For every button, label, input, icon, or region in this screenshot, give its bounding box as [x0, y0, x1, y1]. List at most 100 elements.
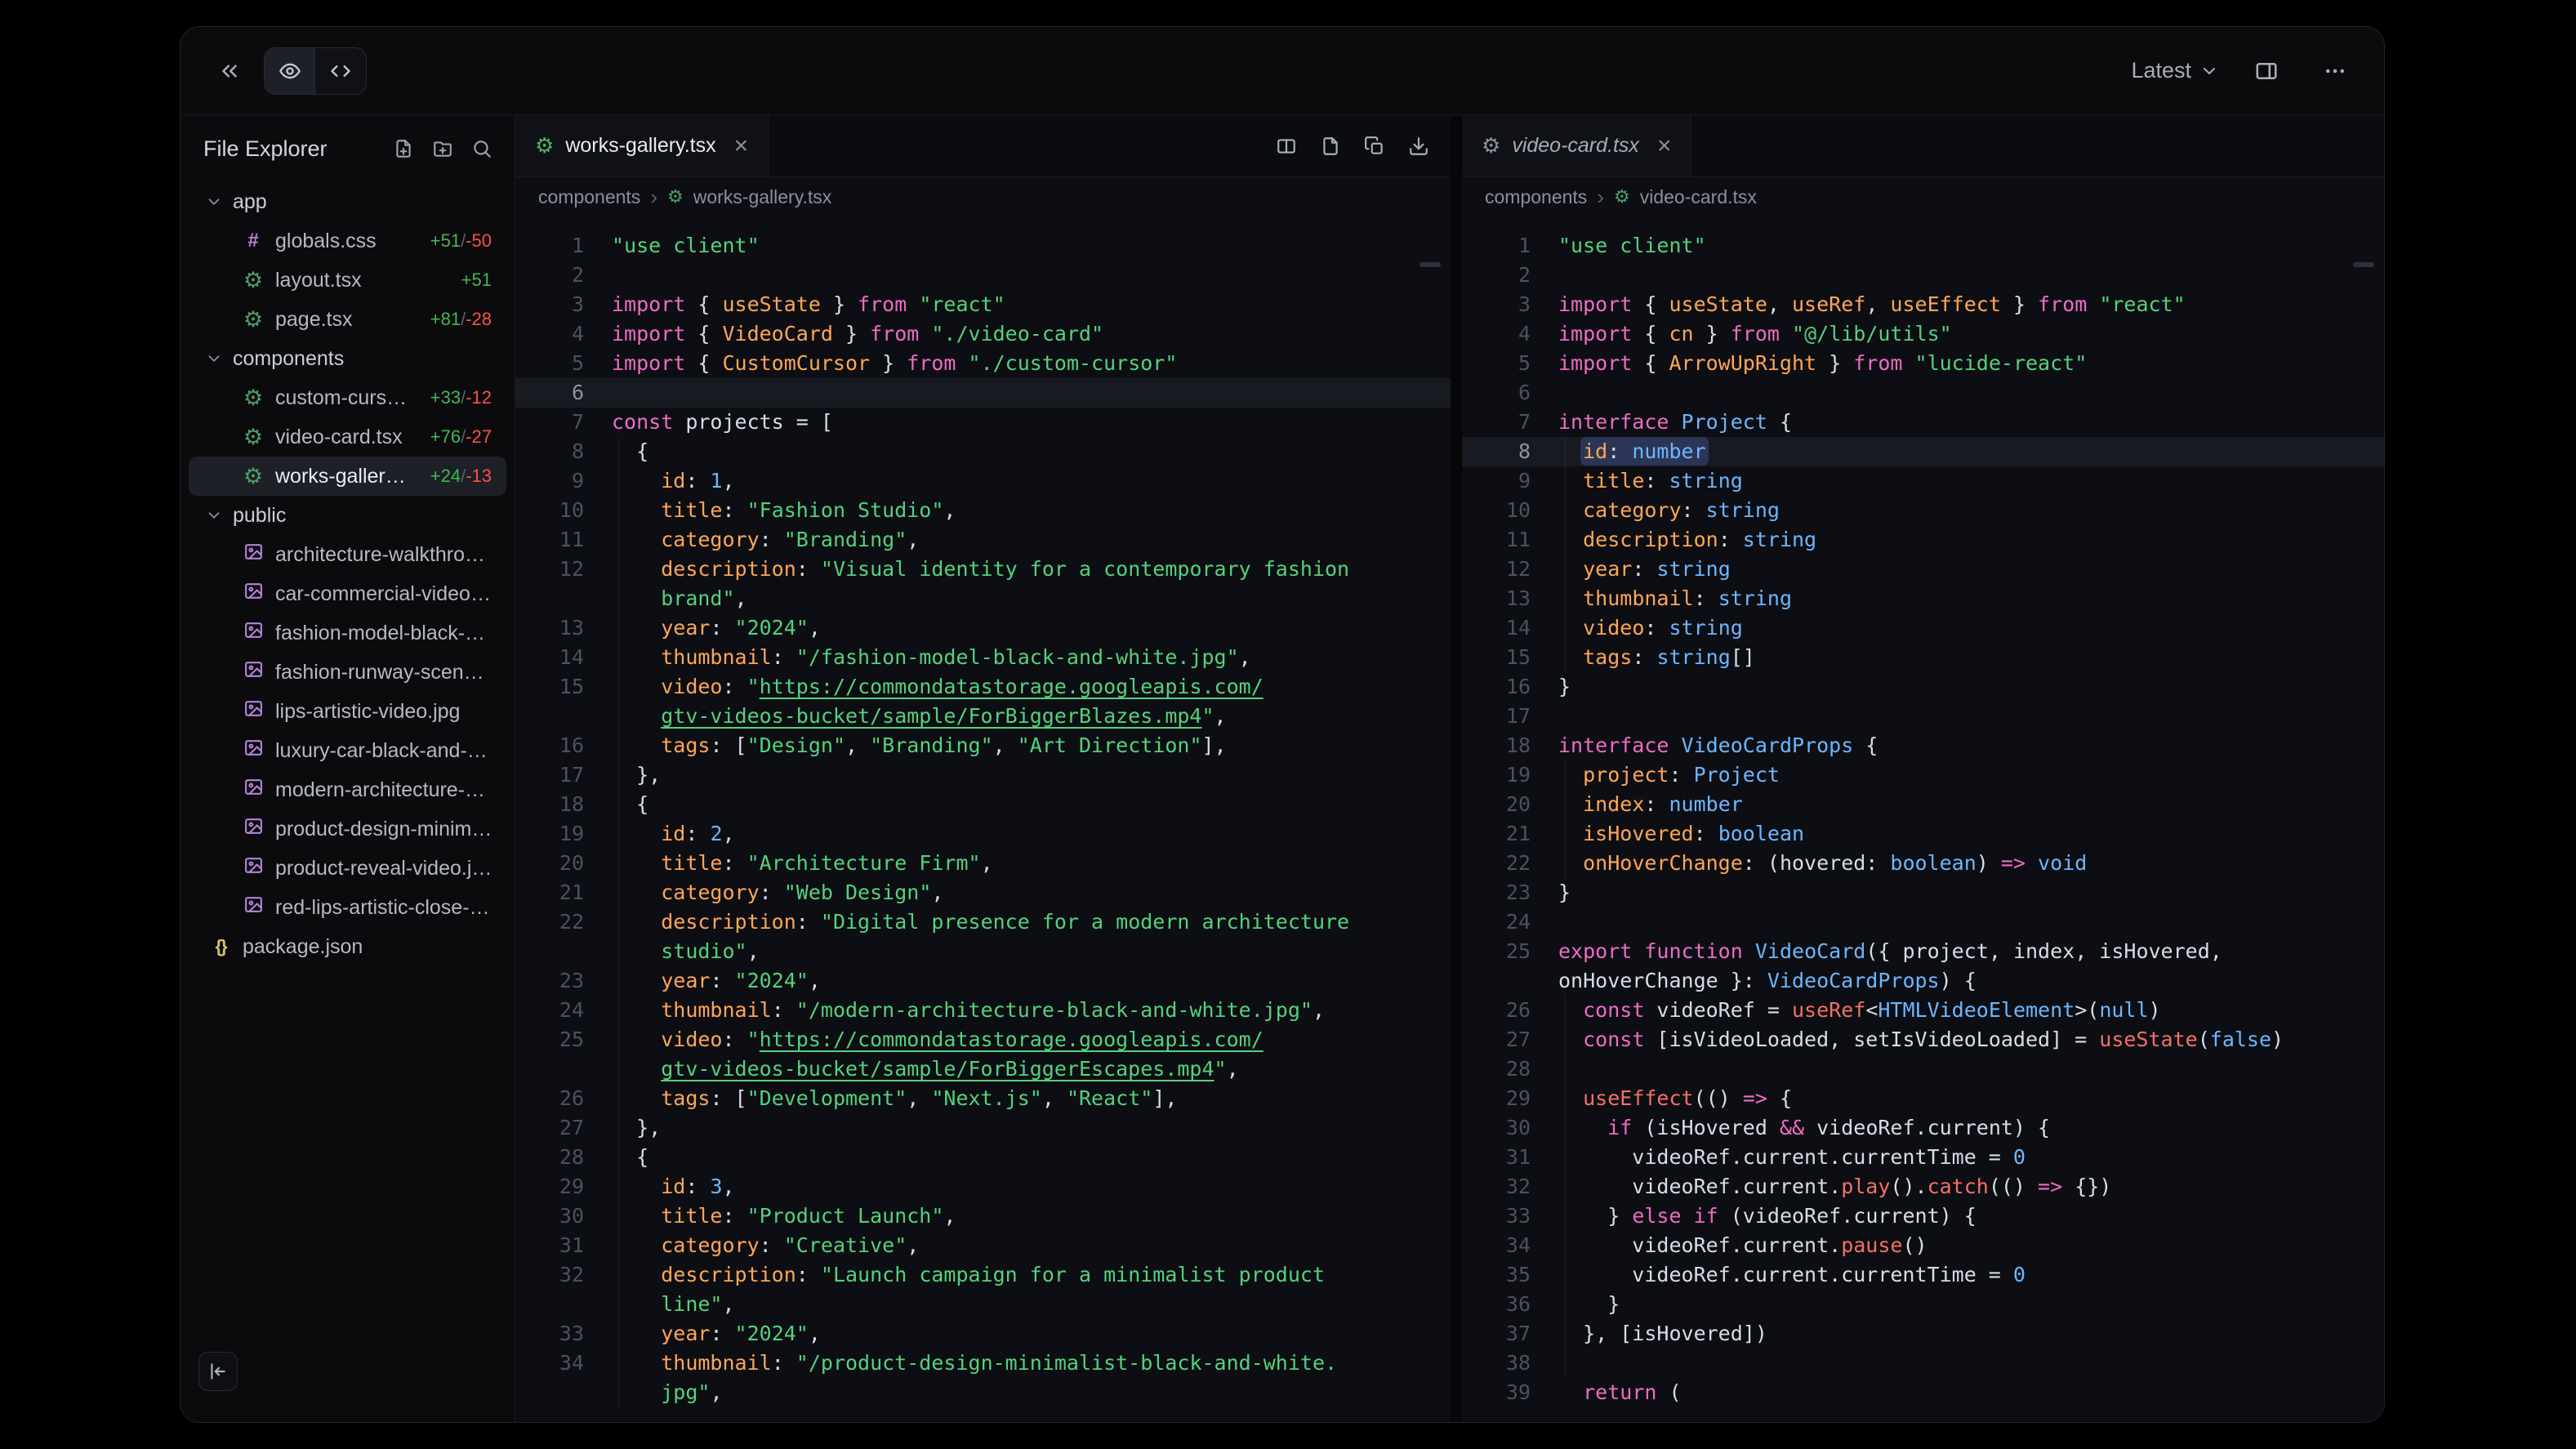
- code-line[interactable]: 13 year: "2024",: [515, 613, 1451, 643]
- tree-file-red-lips-artistic-close-[interactable]: red-lips-artistic-close-…: [189, 888, 506, 927]
- add-file-button[interactable]: [386, 131, 421, 167]
- more-options-button[interactable]: [2314, 50, 2356, 92]
- code-line[interactable]: 17 },: [515, 760, 1451, 790]
- code-line[interactable]: 9 title: string: [1462, 466, 2384, 496]
- code-line[interactable]: 11 description: string: [1462, 525, 2384, 555]
- code-line[interactable]: 28: [1462, 1054, 2384, 1084]
- breadcrumb-file[interactable]: works-gallery.tsx: [693, 186, 832, 208]
- code-line[interactable]: 10 title: "Fashion Studio",: [515, 496, 1451, 525]
- code-line[interactable]: 8 {: [515, 437, 1451, 466]
- open-file-button[interactable]: [1312, 127, 1349, 165]
- breadcrumb-folder[interactable]: components: [1485, 186, 1587, 208]
- split-editor-button[interactable]: [1268, 127, 1305, 165]
- code-line[interactable]: 16}: [1462, 672, 2384, 702]
- tree-file-layout.tsx[interactable]: ⚙layout.tsx+51: [189, 261, 506, 300]
- code-line[interactable]: 20 title: "Architecture Firm",: [515, 849, 1451, 878]
- code-line[interactable]: 32 videoRef.current.play().catch(() => {…: [1462, 1172, 2384, 1202]
- tree-file-architecture-walkthro[interactable]: architecture-walkthro…: [189, 535, 506, 574]
- code-line[interactable]: 17: [1462, 702, 2384, 731]
- tree-file-product-reveal-video.j[interactable]: product-reveal-video.j…: [189, 849, 506, 888]
- code-line[interactable]: 21 isHovered: boolean: [1462, 819, 2384, 849]
- code-line[interactable]: 18 {: [515, 790, 1451, 819]
- code-line[interactable]: 34 thumbnail: "/product-design-minimalis…: [515, 1349, 1451, 1378]
- code-line[interactable]: 25export function VideoCard({ project, i…: [1462, 937, 2384, 966]
- scrollbar-thumb[interactable]: [2353, 262, 2374, 267]
- code-line[interactable]: 24: [1462, 907, 2384, 937]
- code-line[interactable]: 31 category: "Creative",: [515, 1231, 1451, 1260]
- collapse-sidebar-button[interactable]: [208, 50, 251, 92]
- code-line[interactable]: 4import { VideoCard } from "./video-card…: [515, 319, 1451, 349]
- breadcrumb-folder[interactable]: components: [538, 186, 640, 208]
- code-line[interactable]: 2: [515, 261, 1451, 290]
- copy-file-button[interactable]: [1356, 127, 1393, 165]
- code-line[interactable]: 3import { useState } from "react": [515, 290, 1451, 319]
- tree-file-lips-artistic-video.jpg[interactable]: lips-artistic-video.jpg: [189, 692, 506, 731]
- code-line[interactable]: 33 year: "2024",: [515, 1319, 1451, 1349]
- code-line[interactable]: 13 thumbnail: string: [1462, 584, 2384, 613]
- code-line[interactable]: line",: [515, 1290, 1451, 1319]
- pane-divider[interactable]: [1451, 115, 1462, 1422]
- tab-video-card[interactable]: ⚙ video-card.tsx ×: [1462, 115, 1691, 176]
- tree-file-car-commercial-video[interactable]: car-commercial-video…: [189, 574, 506, 613]
- code-line[interactable]: 28 {: [515, 1143, 1451, 1172]
- code-line[interactable]: 7interface Project {: [1462, 408, 2384, 437]
- code-line[interactable]: 5import { CustomCursor } from "./custom-…: [515, 349, 1451, 378]
- code-line[interactable]: 15 video: "https://commondatastorage.goo…: [515, 672, 1451, 702]
- code-line[interactable]: 20 index: number: [1462, 790, 2384, 819]
- code-line[interactable]: 14 thumbnail: "/fashion-model-black-and-…: [515, 643, 1451, 672]
- tree-file-globals.css[interactable]: #globals.css+51/-50: [189, 221, 506, 261]
- tree-file-package.json[interactable]: {}package.json: [189, 927, 506, 966]
- tree-folder-components[interactable]: components: [189, 339, 506, 378]
- code-line[interactable]: gtv-videos-bucket/sample/ForBiggerEscape…: [515, 1054, 1451, 1084]
- close-tab-icon[interactable]: ×: [734, 132, 749, 160]
- code-line[interactable]: 30 title: "Product Launch",: [515, 1202, 1451, 1231]
- search-files-button[interactable]: [464, 131, 500, 167]
- code-line[interactable]: 1"use client": [515, 231, 1451, 261]
- tree-file-page.tsx[interactable]: ⚙page.tsx+81/-28: [189, 300, 506, 339]
- code-line[interactable]: 39 return (: [1462, 1378, 2384, 1407]
- code-line[interactable]: 8 id: number: [1462, 437, 2384, 466]
- code-line[interactable]: 34 videoRef.current.pause(): [1462, 1231, 2384, 1260]
- tree-file-fashion-model-black-[interactable]: fashion-model-black-…: [189, 613, 506, 653]
- download-file-button[interactable]: [1400, 127, 1437, 165]
- code-line[interactable]: 19 project: Project: [1462, 760, 2384, 790]
- code-line[interactable]: 33 } else if (videoRef.current) {: [1462, 1202, 2384, 1231]
- collapse-panel-button[interactable]: [198, 1352, 238, 1391]
- code-line[interactable]: 25 video: "https://commondatastorage.goo…: [515, 1025, 1451, 1054]
- code-line[interactable]: onHoverChange }: VideoCardProps) {: [1462, 966, 2384, 996]
- code-line[interactable]: studio",: [515, 937, 1451, 966]
- code-line[interactable]: 9 id: 1,: [515, 466, 1451, 496]
- code-line[interactable]: 27 },: [515, 1113, 1451, 1143]
- code-line[interactable]: 14 video: string: [1462, 613, 2384, 643]
- code-line[interactable]: 4import { cn } from "@/lib/utils": [1462, 319, 2384, 349]
- code-line[interactable]: 32 description: "Launch campaign for a m…: [515, 1260, 1451, 1290]
- tree-file-custom-curs[interactable]: ⚙custom-curs…+33/-12: [189, 378, 506, 417]
- code-line[interactable]: 3import { useState, useRef, useEffect } …: [1462, 290, 2384, 319]
- code-line[interactable]: 30 if (isHovered && videoRef.current) {: [1462, 1113, 2384, 1143]
- code-line[interactable]: 26 tags: ["Development", "Next.js", "Rea…: [515, 1084, 1451, 1113]
- code-line[interactable]: jpg",: [515, 1378, 1451, 1407]
- code-line[interactable]: 26 const videoRef = useRef<HTMLVideoElem…: [1462, 996, 2384, 1025]
- tree-file-modern-architecture-[interactable]: modern-architecture-…: [189, 770, 506, 809]
- code-line[interactable]: 36 }: [1462, 1290, 2384, 1319]
- code-line[interactable]: 7const projects = [: [515, 408, 1451, 437]
- preview-eye-button[interactable]: [265, 48, 315, 94]
- tree-file-video-card.tsx[interactable]: ⚙video-card.tsx+76/-27: [189, 417, 506, 457]
- panel-layout-button[interactable]: [2245, 50, 2288, 92]
- code-line[interactable]: 21 category: "Web Design",: [515, 878, 1451, 907]
- version-dropdown[interactable]: Latest: [2131, 58, 2219, 83]
- code-line[interactable]: 18interface VideoCardProps {: [1462, 731, 2384, 760]
- tree-file-product-design-minim[interactable]: product-design-minim…: [189, 809, 506, 849]
- code-editor-right[interactable]: 1"use client"23import { useState, useRef…: [1462, 216, 2384, 1422]
- tree-file-luxury-car-black-and-[interactable]: luxury-car-black-and-…: [189, 731, 506, 770]
- tree-file-fashion-runway-scen[interactable]: fashion-runway-scen…: [189, 653, 506, 692]
- code-line[interactable]: 23 year: "2024",: [515, 966, 1451, 996]
- code-line[interactable]: 31 videoRef.current.currentTime = 0: [1462, 1143, 2384, 1172]
- tab-works-gallery[interactable]: ⚙ works-gallery.tsx ×: [515, 115, 769, 176]
- scrollbar-thumb[interactable]: [1419, 262, 1441, 267]
- code-line[interactable]: 5import { ArrowUpRight } from "lucide-re…: [1462, 349, 2384, 378]
- tree-folder-public[interactable]: public: [189, 496, 506, 535]
- code-line[interactable]: 12 description: "Visual identity for a c…: [515, 555, 1451, 584]
- code-line[interactable]: 1"use client": [1462, 231, 2384, 261]
- code-line[interactable]: 15 tags: string[]: [1462, 643, 2384, 672]
